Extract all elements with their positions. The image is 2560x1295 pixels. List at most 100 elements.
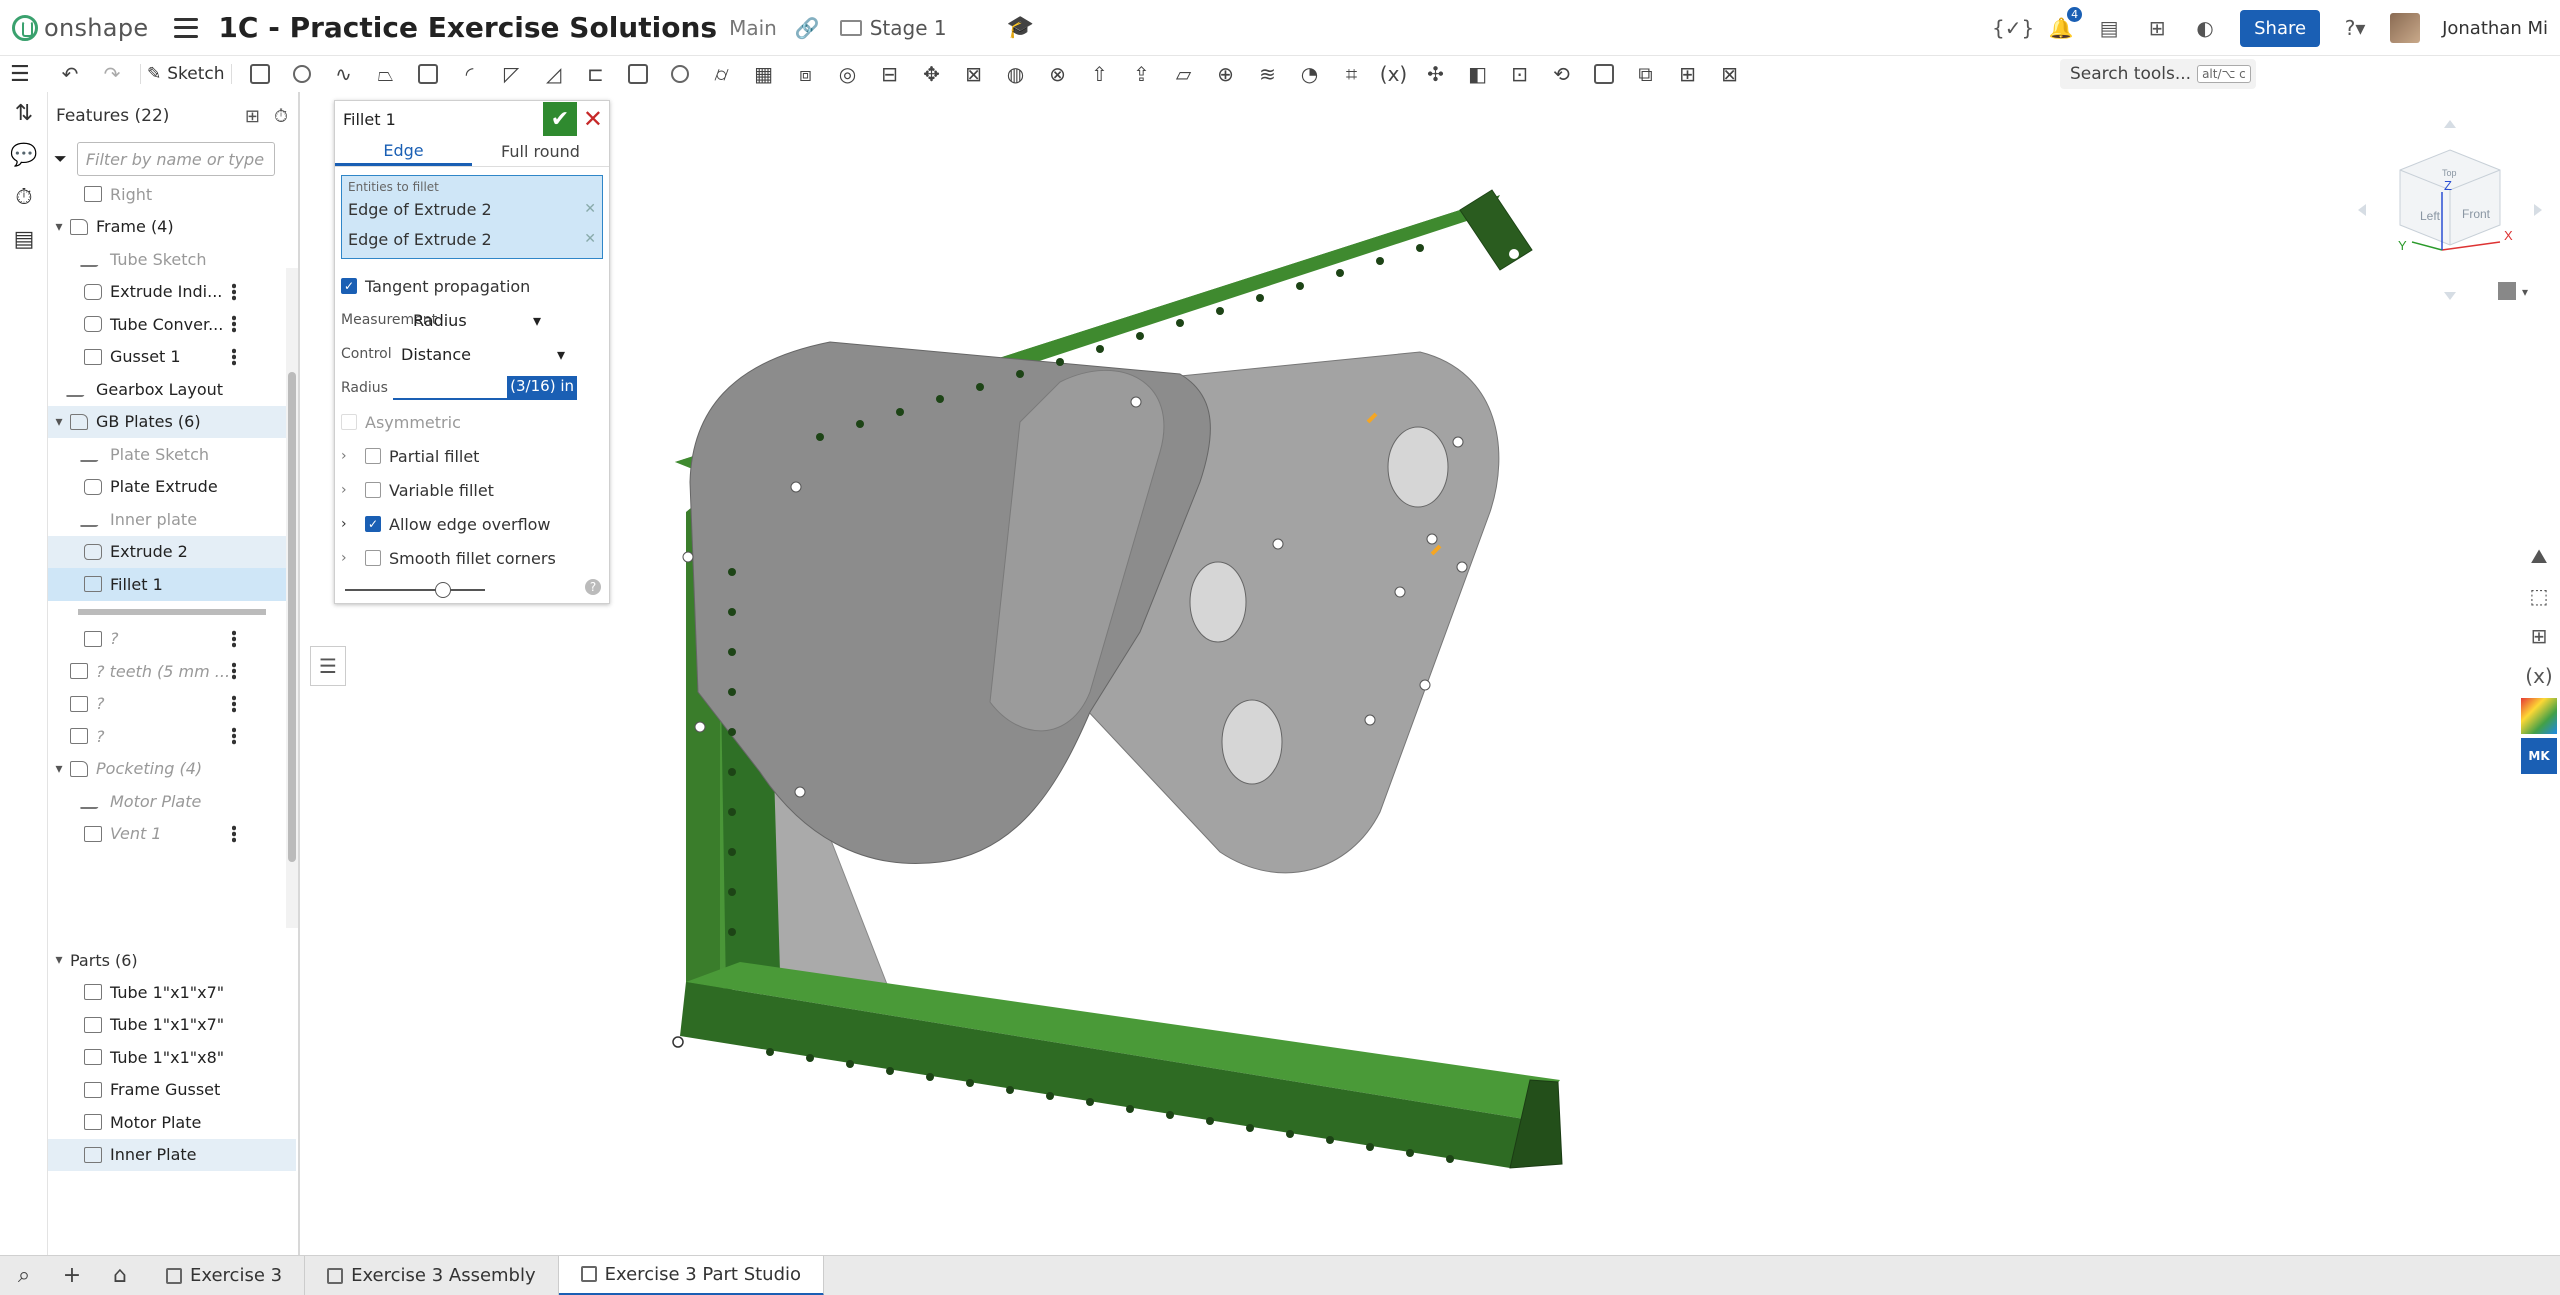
slider-knob[interactable] xyxy=(435,582,451,598)
chamfer-icon[interactable]: ◸ xyxy=(498,60,526,88)
part-item[interactable]: Inner Plate xyxy=(48,1138,296,1171)
chevron-right-icon[interactable]: › xyxy=(341,516,357,532)
tangent-propagation-row[interactable]: ✓ Tangent propagation xyxy=(335,269,609,303)
boolean-icon[interactable]: ◎ xyxy=(834,60,862,88)
revolve-icon[interactable] xyxy=(288,60,316,88)
measurement-select[interactable]: Radius ▾ xyxy=(413,311,547,330)
add-tab-icon[interactable]: + xyxy=(48,1256,96,1295)
part-item[interactable]: Frame Gusset xyxy=(48,1074,296,1107)
thicken-icon[interactable] xyxy=(414,60,442,88)
chevron-down-icon[interactable]: ▾ xyxy=(48,952,70,968)
feature-item[interactable]: Extrude Indi... xyxy=(48,276,296,309)
accept-button[interactable]: ✔ xyxy=(543,102,577,136)
fillet-title[interactable]: Fillet 1 xyxy=(343,110,396,129)
hole-icon[interactable] xyxy=(666,60,694,88)
rotate-right-icon[interactable] xyxy=(2534,204,2542,216)
plane-icon[interactable]: ▱ xyxy=(1170,60,1198,88)
feature-item[interactable]: Tube Sketch xyxy=(48,243,296,276)
onshape-logo[interactable]: onshape xyxy=(12,14,148,42)
curve-icon[interactable]: ◔ xyxy=(1296,60,1324,88)
dependency-dots-icon[interactable] xyxy=(232,629,236,648)
app-store-icon[interactable]: ⊞ xyxy=(2144,15,2170,41)
composite-icon[interactable]: ⧉ xyxy=(1632,60,1660,88)
tab-exercise-3-assembly[interactable]: Exercise 3 Assembly xyxy=(305,1255,559,1295)
tangent-propagation-checkbox[interactable]: ✓ xyxy=(341,278,357,294)
measure-icon[interactable]: ⊞ xyxy=(2521,618,2557,654)
radius-value[interactable]: (3/16) in xyxy=(507,376,577,398)
enclose-icon[interactable]: ⊡ xyxy=(1506,60,1534,88)
smooth-fillet-corners-row[interactable]: › Smooth fillet corners xyxy=(335,541,609,575)
rotate-left-icon[interactable] xyxy=(2358,204,2366,216)
surface-icon[interactable]: ◧ xyxy=(1464,60,1492,88)
sweep-icon[interactable]: ∿ xyxy=(330,60,358,88)
rollback-icon[interactable]: ⏱ xyxy=(274,106,288,127)
part-properties-icon[interactable]: ⬚ xyxy=(2521,578,2557,614)
feature-item[interactable]: ▾ GB Plates (6) xyxy=(48,405,296,438)
radius-input[interactable]: (3/16) in xyxy=(393,376,577,400)
user-name[interactable]: Jonathan Mi xyxy=(2442,18,2548,39)
chevron-right-icon[interactable]: › xyxy=(341,482,357,498)
learning-icon[interactable]: ◐ xyxy=(2192,15,2218,41)
mirror-icon[interactable]: ⧈ xyxy=(792,60,820,88)
menu-icon[interactable] xyxy=(174,17,199,38)
learning-center-icon[interactable]: 🎓 xyxy=(1007,15,1034,40)
fillet-icon[interactable]: ◜ xyxy=(456,60,484,88)
feature-item[interactable]: ▾ Frame (4) xyxy=(48,211,296,244)
section-icon[interactable]: ⊞ xyxy=(1674,60,1702,88)
feature-item[interactable]: ? xyxy=(48,720,296,753)
pattern-icon[interactable]: ▦ xyxy=(750,60,778,88)
chevron-down-icon[interactable]: ▾ xyxy=(48,761,70,777)
tab-edge[interactable]: Edge xyxy=(335,137,472,166)
move-face-icon[interactable]: ⇧ xyxy=(1086,60,1114,88)
variables-icon[interactable]: {✓} xyxy=(1992,15,2034,41)
parts-header[interactable]: ▾ Parts (6) xyxy=(48,944,296,976)
view-options-cube-icon[interactable] xyxy=(2498,282,2516,300)
part-item[interactable]: Tube 1"x1"x7" xyxy=(48,1009,296,1042)
new-folder-icon[interactable]: ⊞ xyxy=(245,106,260,127)
entity-item[interactable]: Edge of Extrude 2 ✕ xyxy=(348,224,596,254)
dependency-dots-icon[interactable] xyxy=(232,694,236,713)
origin-point[interactable] xyxy=(672,1036,684,1048)
branch-name[interactable]: Main xyxy=(729,16,777,40)
view-cube-top[interactable]: Top xyxy=(2442,168,2457,178)
feature-item[interactable]: Gearbox Layout xyxy=(48,373,296,406)
cancel-button[interactable]: ✕ xyxy=(583,105,603,133)
tab-exercise-3-part-studio[interactable]: Exercise 3 Part Studio xyxy=(558,1255,825,1295)
variable-icon[interactable]: (x) xyxy=(1380,60,1408,88)
redo-icon[interactable]: ↷ xyxy=(98,60,126,88)
feature-item[interactable]: ? xyxy=(48,688,296,721)
search-tools-input[interactable]: Search tools... alt/⌥ c xyxy=(2060,59,2256,89)
filter-input[interactable]: Filter by name or type xyxy=(76,142,275,176)
bom-icon[interactable]: ▤ xyxy=(0,218,48,260)
control-select[interactable]: Distance ▾ xyxy=(401,345,571,364)
rollback-bar[interactable] xyxy=(78,608,266,615)
appearance-icon[interactable]: ⛰ xyxy=(2521,538,2557,574)
dependency-dots-icon[interactable] xyxy=(232,315,236,334)
asymmetric-row[interactable]: Asymmetric xyxy=(335,405,609,439)
variable-fillet-row[interactable]: › Variable fillet xyxy=(335,473,609,507)
configuration-icon[interactable]: (x) xyxy=(2521,658,2557,694)
variable-fillet-checkbox[interactable] xyxy=(365,482,381,498)
share-button[interactable]: Share xyxy=(2240,9,2321,47)
chevron-down-icon[interactable]: ▾ xyxy=(2522,285,2528,299)
feature-list-toggle-icon[interactable]: ☰ xyxy=(310,646,346,686)
delete-face-icon[interactable]: ⊗ xyxy=(1044,60,1072,88)
release-icon[interactable]: ▤ xyxy=(2096,15,2122,41)
feature-item[interactable]: Inner plate xyxy=(48,503,296,536)
dependency-dots-icon[interactable] xyxy=(232,824,236,843)
undo-icon[interactable]: ↶ xyxy=(56,60,84,88)
cylinder-icon[interactable]: ⌭ xyxy=(708,60,736,88)
bearing-hole-3[interactable] xyxy=(1221,699,1283,785)
chevron-down-icon[interactable]: ▾ xyxy=(48,219,70,235)
feature-tree-scrollbar[interactable] xyxy=(286,268,298,928)
search-icon[interactable]: ⌕ xyxy=(0,1256,48,1295)
dependency-dots-icon[interactable] xyxy=(232,282,236,301)
bearing-hole-1[interactable] xyxy=(1387,426,1449,508)
sheetmetal-icon[interactable]: ⌗ xyxy=(1338,60,1366,88)
chevron-right-icon[interactable]: › xyxy=(341,550,357,566)
loft-icon[interactable]: ⏢ xyxy=(372,60,400,88)
tab-exercise-3[interactable]: Exercise 3 xyxy=(144,1255,306,1295)
help-icon[interactable]: ? xyxy=(585,579,601,595)
feature-item[interactable]: Fillet 1 xyxy=(48,568,296,601)
feature-item[interactable]: ▾ Pocketing (4) xyxy=(48,753,296,786)
